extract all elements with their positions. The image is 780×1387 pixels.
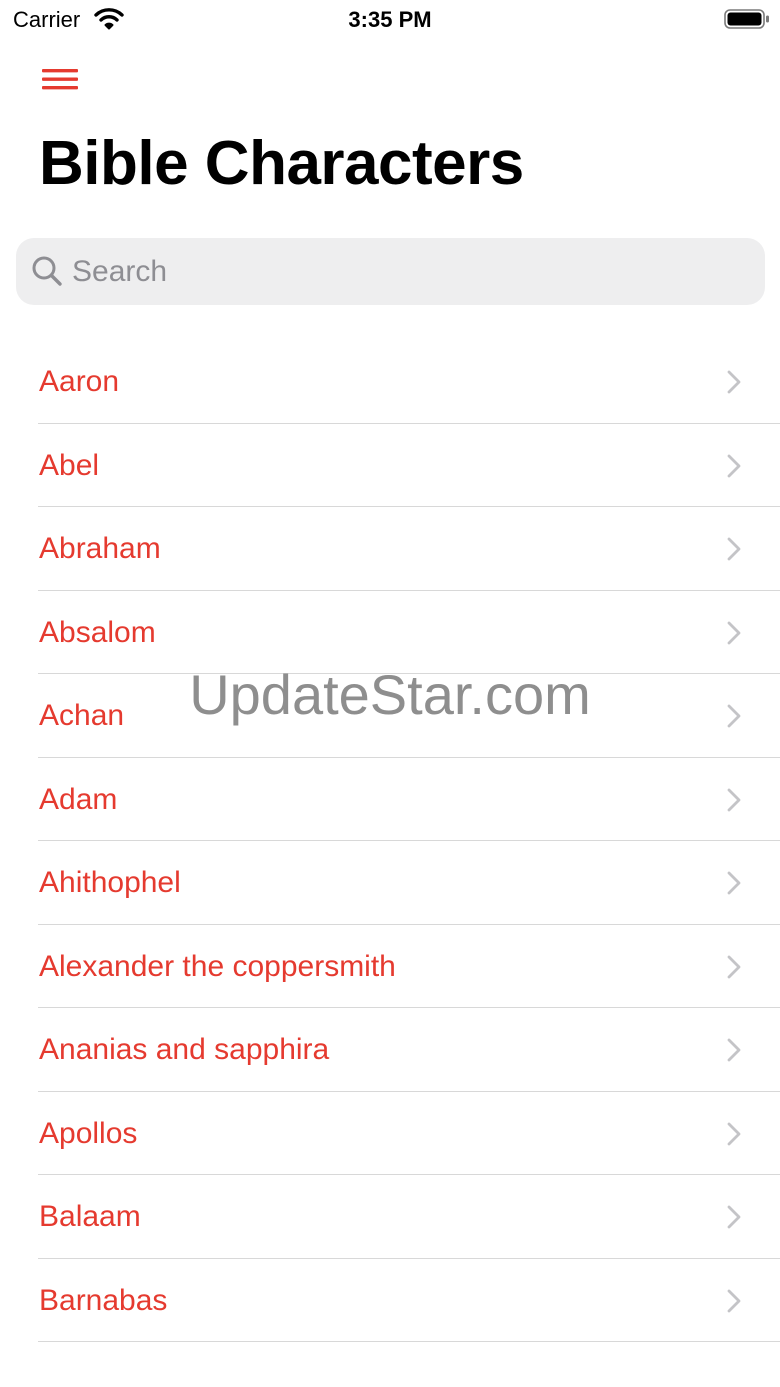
list-item[interactable]: Ananias and sapphira <box>0 1008 780 1092</box>
chevron-right-icon <box>727 704 741 728</box>
page-title: Bible Characters <box>39 129 524 198</box>
chevron-right-icon <box>727 370 741 394</box>
list-item[interactable]: Apollos <box>0 1092 780 1175</box>
list-item[interactable]: Barnabas <box>0 1259 780 1342</box>
list-item-label: Aaron <box>39 365 120 398</box>
list-item-label: Ahithophel <box>39 866 181 899</box>
list-item[interactable]: Abel <box>0 424 780 507</box>
search-bar[interactable] <box>16 238 765 305</box>
chevron-right-icon <box>727 454 741 477</box>
menu-button[interactable] <box>36 62 84 98</box>
list-item-label: Barnabas <box>39 1283 168 1317</box>
list-item-label: Achan <box>39 699 125 732</box>
hamburger-menu-icon <box>42 69 78 90</box>
chevron-right-icon <box>727 955 741 978</box>
battery-icon <box>724 9 769 29</box>
status-bar: Carrier 3:35 PM <box>0 0 780 40</box>
list-item-label: Abel <box>39 448 100 482</box>
chevron-right-icon <box>727 871 741 895</box>
status-time: 3:35 PM <box>348 7 432 32</box>
chevron-right-icon <box>727 1205 741 1229</box>
list-item-label: Abraham <box>39 532 161 565</box>
row-separator <box>38 1341 780 1342</box>
list-item[interactable]: Abraham <box>0 507 780 591</box>
list-item[interactable]: Ahithophel <box>0 841 780 925</box>
chevron-right-icon <box>727 537 741 561</box>
list-item-label: Apollos <box>39 1116 138 1150</box>
list-item[interactable]: Aaron <box>0 340 780 424</box>
chevron-right-icon <box>727 1122 741 1145</box>
list-item[interactable]: Balaam <box>0 1175 780 1259</box>
list-item[interactable]: Adam <box>0 758 780 841</box>
list-item[interactable]: Achan <box>0 674 780 758</box>
list-item-label: Ananias and sapphira <box>39 1033 330 1066</box>
chevron-right-icon <box>727 788 741 811</box>
list-item-label: Alexander the coppersmith <box>39 949 396 983</box>
chevron-right-icon <box>727 1289 741 1312</box>
list-item[interactable]: Absalom <box>0 591 780 674</box>
list-item-label: Absalom <box>39 615 156 649</box>
list-item[interactable]: Alexander the coppersmith <box>0 925 780 1008</box>
search-icon <box>32 256 62 286</box>
chevron-right-icon <box>727 621 741 644</box>
character-list: Aaron Abel Abraham Absalom Achan Adam Ah… <box>0 340 780 1342</box>
chevron-right-icon <box>727 1038 741 1062</box>
list-item-label: Adam <box>39 782 118 816</box>
list-item-label: Balaam <box>39 1200 141 1233</box>
search-input[interactable] <box>72 238 752 305</box>
app-screen: Carrier 3:35 PM Bible Characters Aaron <box>0 0 780 1387</box>
